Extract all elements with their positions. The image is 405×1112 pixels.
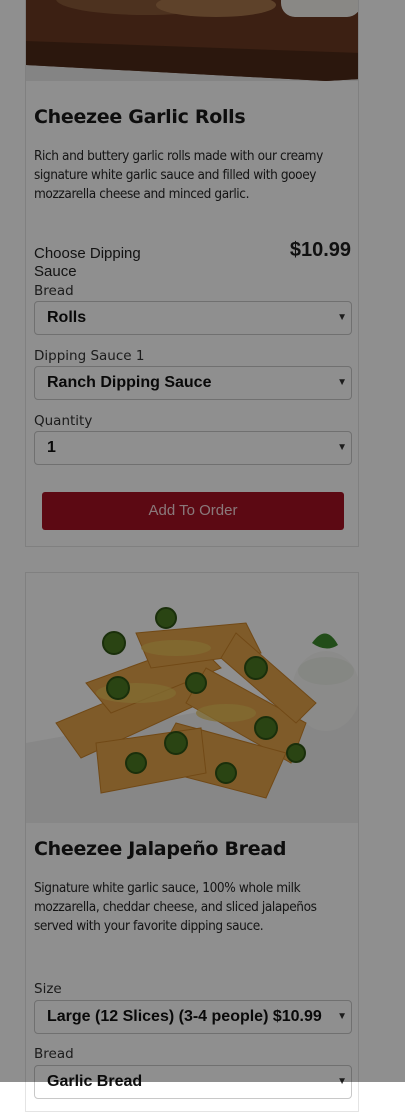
modal-backdrop-overlay[interactable] <box>0 0 405 1082</box>
